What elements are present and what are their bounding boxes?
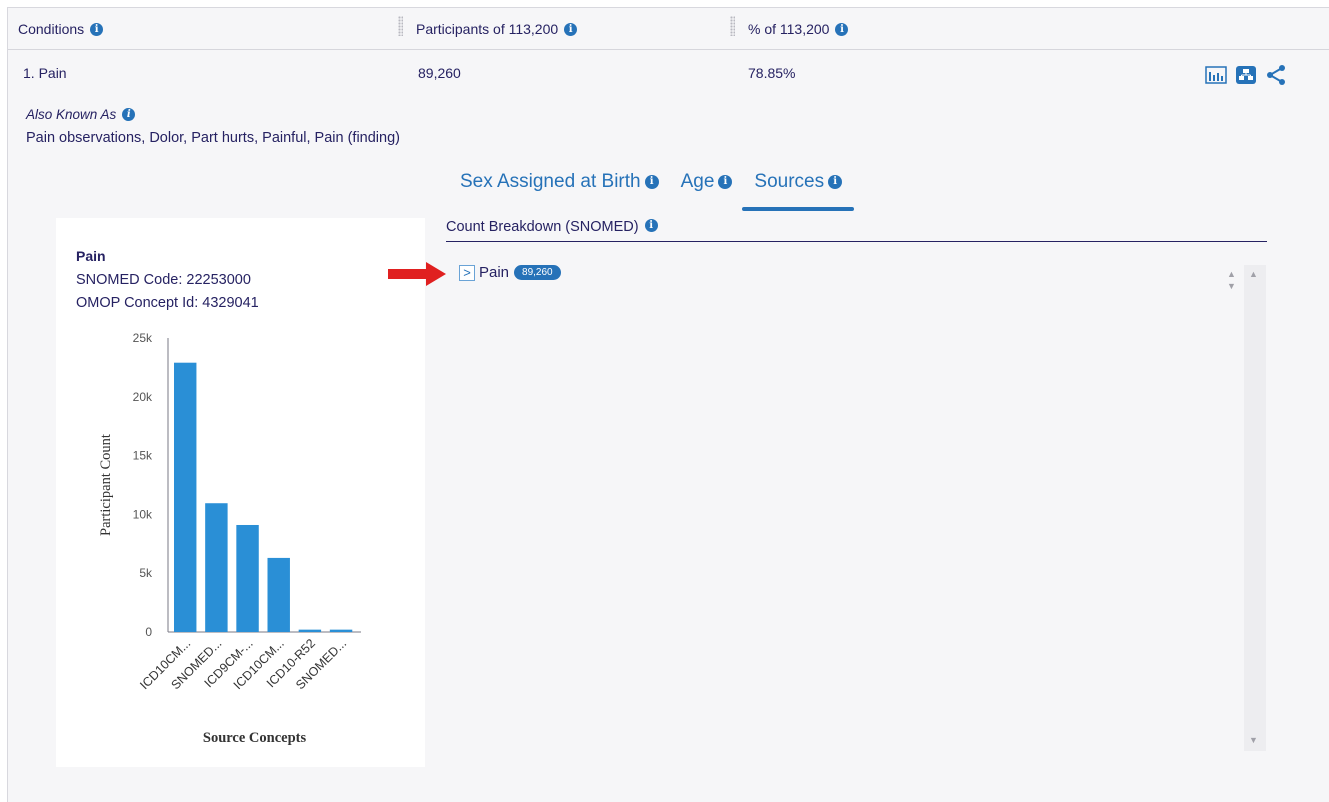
tab-label: Sources [754,171,825,192]
tab-sex-assigned-at-birth[interactable]: Sex Assigned at Birth i [458,171,661,201]
chart-concept-title: Pain [76,248,106,264]
info-icon[interactable]: i [718,175,733,189]
y-tick-label: 25k [133,331,153,345]
count-breakdown-header: Count Breakdown (SNOMED) i [446,219,1267,242]
info-icon[interactable]: i [564,22,578,36]
info-icon[interactable]: i [90,22,104,36]
bar [174,362,197,632]
source-chart-card: Pain SNOMED Code: 22253000 OMOP Concept … [56,218,425,767]
bar [298,629,322,632]
bar [205,503,228,632]
condition-name[interactable]: 1. Pain [23,65,67,81]
tab-age[interactable]: Age i [679,171,735,201]
red-arrow-annotation [388,262,446,286]
tab-bar: Sex Assigned at Birth i Age i Sources i [458,171,862,211]
tab-sources[interactable]: Sources i [742,171,854,211]
percent-header-label: % of 113,200 [748,21,830,37]
row-actions [1205,64,1287,91]
scroll-up-button[interactable]: ▲ ▼ [1222,265,1244,295]
info-icon[interactable]: i [644,219,658,232]
scrollbar[interactable]: ▲ ▼ [1244,265,1266,751]
tab-label: Age [680,171,715,192]
info-icon[interactable]: i [122,108,136,121]
count-breakdown-label: Count Breakdown (SNOMED) [446,219,639,235]
count-badge: 89,260 [514,265,561,280]
also-known-as-text: Pain observations, Dolor, Part hurts, Pa… [26,130,400,146]
also-known-as-label: Also Known As [26,107,117,122]
scroll-down-arrow-icon[interactable]: ▼ [1249,735,1258,745]
condition-percent: 78.85% [748,65,796,81]
bar [329,629,353,632]
column-resize-handle[interactable] [398,16,403,36]
y-tick-label: 0 [145,625,152,639]
participants-header-label: Participants of 113,200 [416,21,559,37]
y-tick-label: 20k [133,390,153,404]
y-tick-label: 15k [133,449,153,463]
conditions-column-header[interactable]: Conditions i [18,21,104,37]
bar [236,524,259,632]
expand-chevron-icon[interactable]: > [459,264,475,281]
tree-item-pain[interactable]: > Pain 89,260 [459,264,561,281]
scroll-up-arrow-icon[interactable]: ▲ [1249,269,1258,279]
source-concepts-chart: 05k10k15k20k25kICD10CM...SNOMED...ICD9CM… [98,331,361,746]
info-icon[interactable]: i [644,175,659,189]
table-header: Conditions i Participants of 113,200 i %… [8,8,1329,50]
omop-concept-id: OMOP Concept Id: 4329041 [76,295,259,311]
y-tick-label: 5k [139,566,153,580]
info-icon[interactable]: i [835,22,849,36]
info-icon[interactable]: i [828,175,843,189]
conditions-header-label: Conditions [18,21,85,37]
also-known-as-heading: Also Known As i [26,107,136,122]
y-axis-title: Participant Count [98,434,114,536]
snomed-code: SNOMED Code: 22253000 [76,272,251,288]
column-resize-handle[interactable] [730,16,735,36]
x-axis-title: Source Concepts [203,730,307,746]
bar [267,557,290,632]
y-tick-label: 10k [133,507,153,521]
tree-item-label: Pain [479,264,510,281]
condition-panel: Conditions i Participants of 113,200 i %… [7,7,1329,802]
participants-column-header[interactable]: Participants of 113,200 i [416,21,578,37]
bar-chart-icon[interactable] [1205,65,1227,90]
tab-label: Sex Assigned at Birth [460,171,641,192]
percent-column-header[interactable]: % of 113,200 i [748,21,849,37]
condition-participants: 89,260 [418,65,461,81]
hierarchy-icon[interactable] [1235,65,1257,90]
share-icon[interactable] [1265,64,1287,91]
